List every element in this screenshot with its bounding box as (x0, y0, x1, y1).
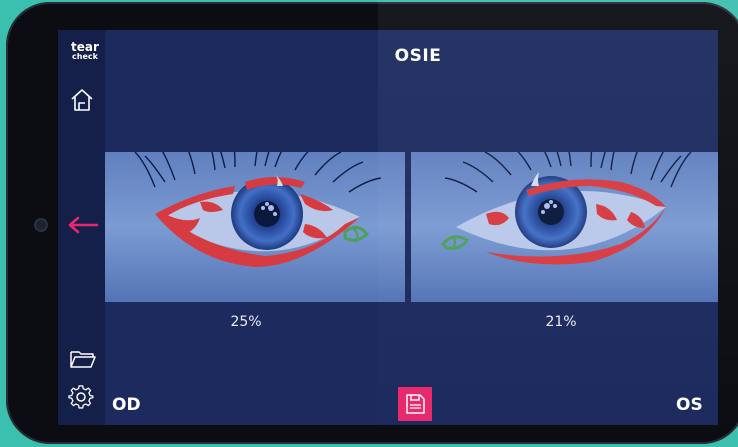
app-screen: tear check OSIE 25% 21% OD OS (58, 30, 718, 425)
od-percentage: 25% (230, 314, 262, 330)
logo-line-2: check (72, 52, 98, 61)
camera-icon (36, 220, 46, 230)
os-label: OS (676, 395, 703, 415)
od-label: OD (112, 395, 141, 415)
home-icon[interactable] (69, 87, 95, 113)
os-percentage: 21% (545, 314, 577, 330)
eye-image-os (411, 152, 718, 302)
save-icon (406, 394, 425, 414)
eye-image-od (105, 152, 405, 302)
sidebar: tear check (58, 30, 105, 425)
save-button[interactable] (398, 387, 432, 421)
settings-gear-icon[interactable] (68, 384, 94, 410)
tablet-frame: tear check OSIE 25% 21% OD OS (6, 2, 738, 444)
back-arrow-icon[interactable] (67, 216, 99, 234)
logo-line-1: tear (71, 40, 99, 54)
page-title: OSIE (394, 46, 442, 66)
tearcheck-logo: tear check (67, 40, 103, 61)
folder-icon[interactable] (69, 348, 97, 370)
